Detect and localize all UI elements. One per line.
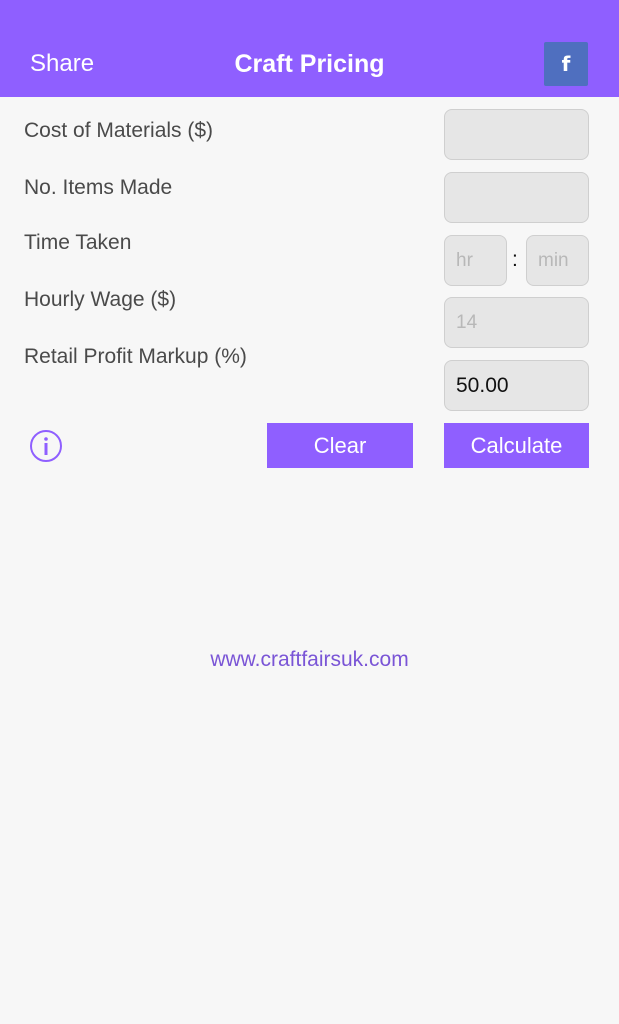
page-title: Craft Pricing: [234, 50, 385, 78]
clear-button[interactable]: Clear: [267, 423, 413, 468]
materials-input[interactable]: [444, 109, 589, 160]
profit-markup-label: Retail Profit Markup (%): [24, 345, 247, 368]
hourly-wage-input[interactable]: 14: [444, 297, 589, 348]
info-circle-icon[interactable]: [29, 429, 63, 463]
time-taken-label: Time Taken: [24, 231, 132, 254]
items-made-input[interactable]: [444, 172, 589, 223]
hours-input[interactable]: hr: [444, 235, 507, 286]
profit-markup-input[interactable]: 50.00: [444, 360, 589, 411]
calculate-button[interactable]: Calculate: [444, 423, 589, 468]
time-separator: :: [512, 248, 518, 271]
minutes-input[interactable]: min: [526, 235, 589, 286]
facebook-icon: f: [561, 52, 571, 76]
navigation-bar: Share Craft Pricing f: [0, 0, 619, 97]
facebook-button[interactable]: f: [544, 42, 588, 86]
website-link[interactable]: www.craftfairsuk.com: [0, 646, 619, 674]
hourly-wage-label: Hourly Wage ($): [24, 288, 177, 311]
materials-label: Cost of Materials ($): [24, 119, 214, 142]
items-made-label: No. Items Made: [24, 176, 173, 199]
